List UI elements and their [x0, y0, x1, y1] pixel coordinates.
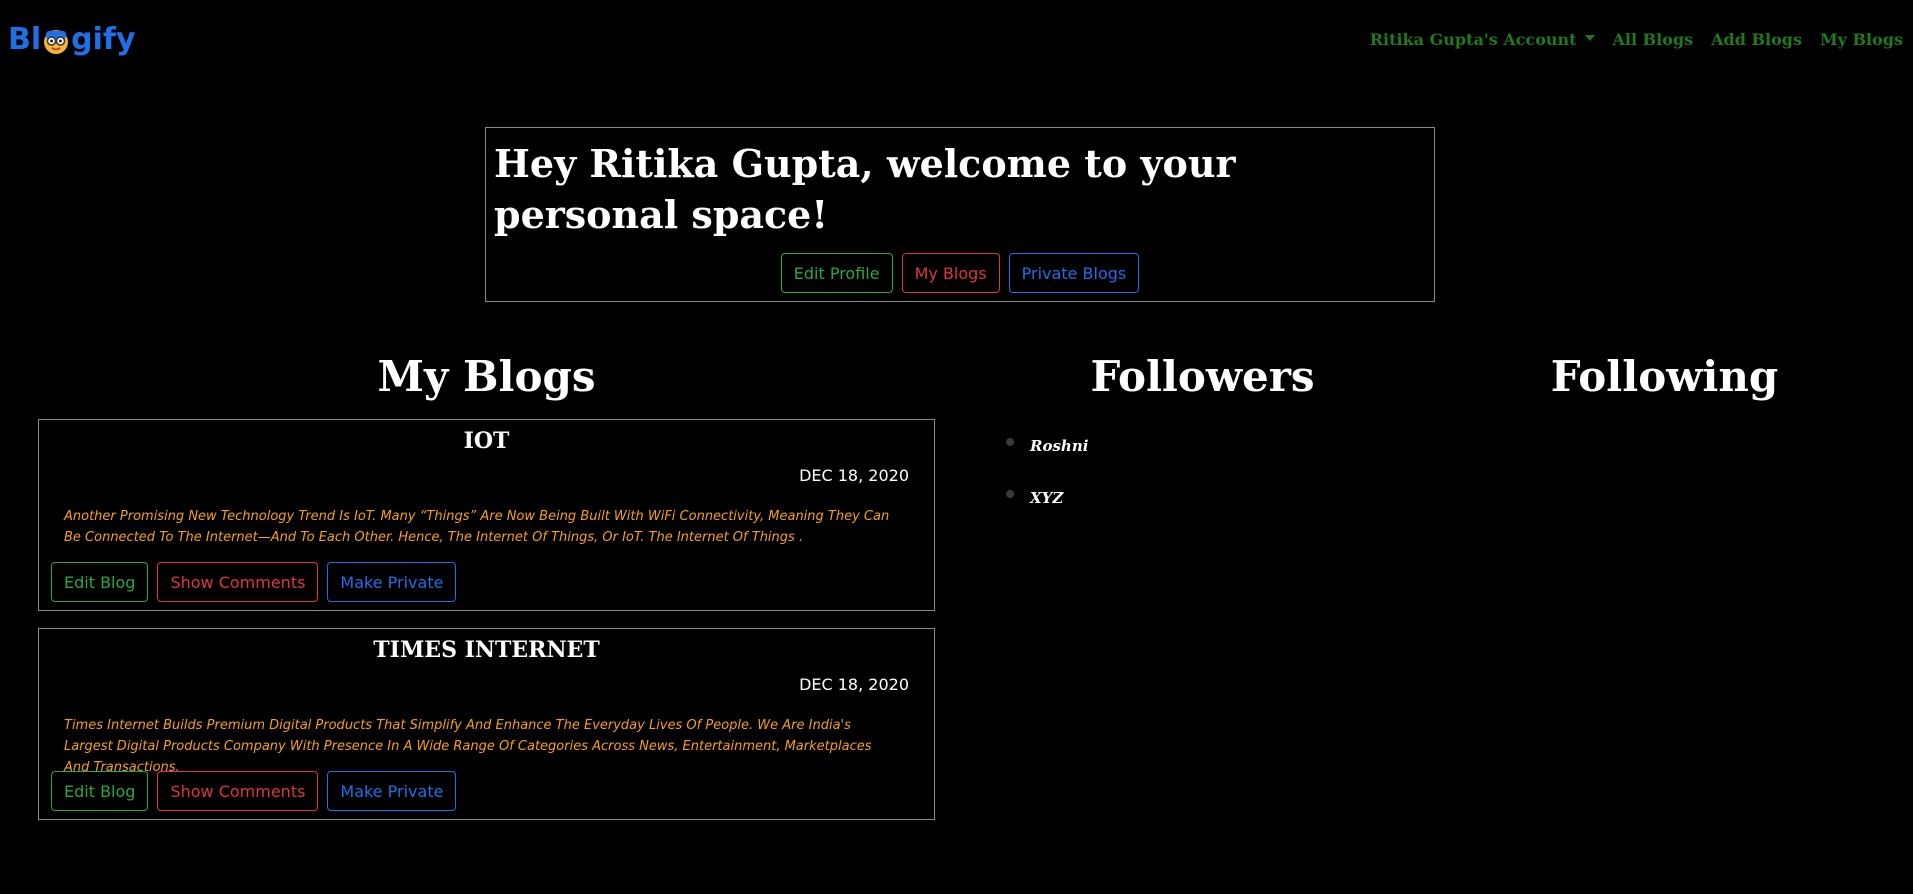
chevron-down-icon: [1584, 34, 1595, 41]
bullet-icon: [1006, 490, 1014, 498]
blog-card: IOT DEC 18, 2020 Another Promising New T…: [38, 419, 935, 611]
follower-name: Roshni: [1030, 437, 1089, 455]
make-private-button[interactable]: Make Private: [327, 562, 457, 602]
blog-excerpt: Another Promising New Technology Trend I…: [64, 509, 890, 545]
followers-heading: Followers: [1090, 352, 1315, 401]
follower-item[interactable]: XYZ: [1006, 472, 1088, 524]
blog-date: DEC 18, 2020: [799, 675, 909, 694]
show-comments-button[interactable]: Show Comments: [157, 771, 319, 811]
welcome-actions: Edit Profile My Blogs Private Blogs: [486, 253, 1434, 293]
following-heading: Following: [1550, 352, 1779, 401]
blog-date: DEC 18, 2020: [799, 466, 909, 485]
blog-actions: Edit Blog Show Comments Make Private: [51, 562, 457, 602]
followers-list: Roshni XYZ: [1006, 420, 1088, 524]
make-private-button[interactable]: Make Private: [327, 771, 457, 811]
nav-link-add-blogs[interactable]: Add Blogs: [1711, 30, 1802, 49]
navbar: Bl gify Ritika Gupta's Account All Blogs…: [0, 0, 1913, 84]
show-comments-button[interactable]: Show Comments: [157, 562, 319, 602]
follower-item[interactable]: Roshni: [1006, 420, 1088, 472]
follower-name: XYZ: [1030, 489, 1064, 507]
brand-text-start: Bl: [8, 22, 42, 57]
blog-title: TIMES INTERNET: [373, 637, 600, 663]
blogger-face-icon: [42, 25, 70, 55]
blog-title: IOT: [463, 428, 510, 454]
my-blogs-button[interactable]: My Blogs: [901, 253, 1000, 293]
private-blogs-button[interactable]: Private Blogs: [1008, 253, 1140, 293]
bullet-icon: [1006, 438, 1014, 446]
blog-excerpt: Times Internet Builds Premium Digital Pr…: [64, 718, 872, 775]
account-dropdown-label: Ritika Gupta's Account: [1369, 30, 1577, 49]
edit-blog-button[interactable]: Edit Blog: [51, 771, 149, 811]
brand-logo[interactable]: Bl gify: [8, 22, 136, 57]
nav-link-all-blogs[interactable]: All Blogs: [1613, 30, 1694, 49]
blog-actions: Edit Blog Show Comments Make Private: [51, 771, 457, 811]
welcome-panel: Hey Ritika Gupta, welcome to your person…: [485, 127, 1435, 302]
blog-card: TIMES INTERNET DEC 18, 2020 Times Intern…: [38, 628, 935, 820]
nav-link-my-blogs[interactable]: My Blogs: [1820, 30, 1903, 49]
edit-profile-button[interactable]: Edit Profile: [780, 253, 893, 293]
nav-links: Ritika Gupta's Account All Blogs Add Blo…: [1352, 30, 1903, 49]
my-blogs-heading: My Blogs: [377, 352, 596, 401]
account-dropdown[interactable]: Ritika Gupta's Account: [1370, 30, 1595, 49]
edit-blog-button[interactable]: Edit Blog: [51, 562, 149, 602]
brand-text-end: gify: [71, 22, 136, 57]
welcome-title: Hey Ritika Gupta, welcome to your person…: [494, 141, 1236, 237]
